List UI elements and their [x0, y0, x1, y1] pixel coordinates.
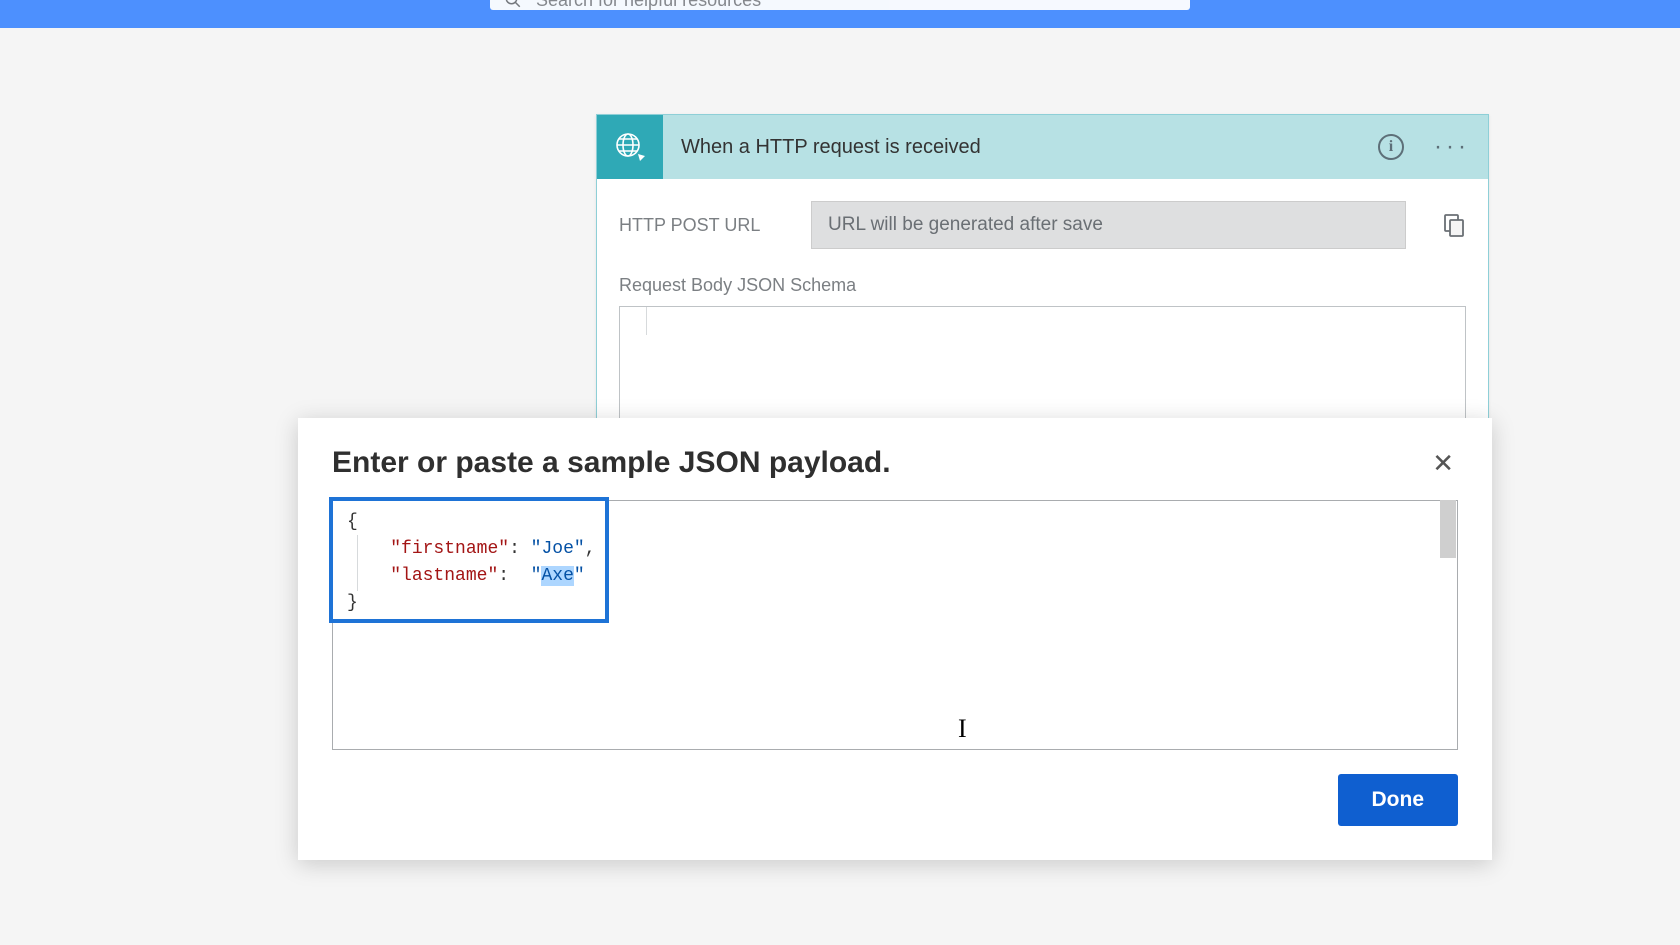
sample-payload-dialog: Enter or paste a sample JSON payload. ✕ … [298, 418, 1492, 860]
copy-icon[interactable] [1442, 212, 1466, 238]
json-code: { "firstname": "Joe", "lastname": "Axe" … [347, 509, 596, 617]
scrollbar-thumb[interactable] [1440, 500, 1456, 558]
search-input[interactable]: Search for helpful resources [490, 0, 1190, 10]
dialog-title: Enter or paste a sample JSON payload. [332, 446, 1428, 480]
trigger-title: When a HTTP request is received [681, 136, 1362, 159]
url-placeholder: URL will be generated after save [828, 214, 1103, 236]
top-bar: Search for helpful resources [0, 0, 1680, 28]
json-payload-textarea[interactable]: { "firstname": "Joe", "lastname": "Axe" … [332, 500, 1458, 750]
http-trigger-icon [597, 115, 663, 179]
done-button[interactable]: Done [1338, 774, 1459, 826]
info-icon[interactable]: i [1378, 134, 1404, 160]
trigger-body: HTTP POST URL URL will be generated afte… [597, 179, 1488, 456]
url-label: HTTP POST URL [619, 215, 789, 236]
trigger-header[interactable]: When a HTTP request is received i ··· [597, 115, 1488, 179]
search-icon [504, 0, 522, 9]
schema-label: Request Body JSON Schema [619, 275, 1466, 296]
close-icon[interactable]: ✕ [1428, 446, 1458, 480]
trigger-card: When a HTTP request is received i ··· HT… [596, 114, 1489, 457]
search-placeholder: Search for helpful resources [536, 0, 761, 10]
url-field: URL will be generated after save [811, 201, 1406, 249]
more-icon[interactable]: ··· [1434, 135, 1470, 159]
schema-textarea[interactable] [619, 306, 1466, 426]
